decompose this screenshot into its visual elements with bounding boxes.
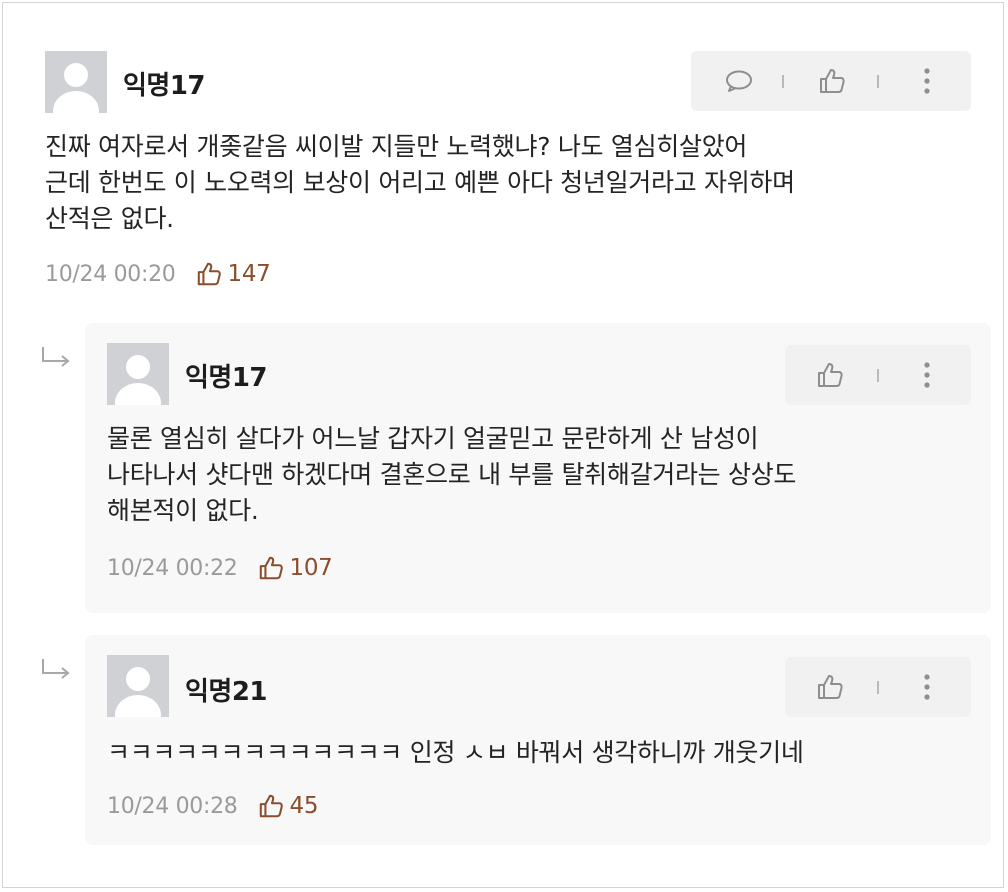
reply-actions [785, 345, 971, 405]
thumbs-up-icon [259, 794, 283, 818]
like-count: 147 [227, 261, 271, 287]
comment-body-line: 근데 한번도 이 노오력의 보상이 어리고 예쁜 아다 청년일거라고 자위하며 [45, 168, 795, 197]
comment: 익명17 진짜 여자로서 개좆같음 씨이발 지들만 노력했냐? 나도 열심히살았… [3, 3, 1005, 313]
more-vertical-icon [924, 362, 930, 388]
thumbs-up-icon [818, 675, 843, 699]
comment-actions [691, 51, 971, 111]
reply-arrow-icon [42, 347, 70, 367]
like-button[interactable] [812, 51, 852, 111]
comment-body-line: 산적은 없다. [45, 204, 174, 233]
comment-body-line: 진짜 여자로서 개좆같음 씨이발 지들만 노력했냐? 나도 열심히살았어 [45, 132, 748, 161]
reply: 익명17 물론 열심히 살다가 어느날 갑자기 얼굴믿고 문란하게 산 남성이 … [85, 323, 991, 613]
like-count: 45 [289, 793, 319, 819]
thumbs-up-icon [818, 363, 843, 387]
reply-arrow-icon [42, 659, 70, 679]
thumbs-up-icon [197, 262, 221, 286]
divider [877, 681, 879, 694]
reply-meta: 10/24 00:28 45 [107, 793, 318, 819]
avatar[interactable] [107, 343, 169, 405]
reply-body-line: 해본적이 없다. [107, 496, 259, 525]
like-indicator[interactable]: 147 [196, 261, 271, 287]
like-indicator[interactable]: 45 [258, 793, 319, 819]
more-vertical-icon [924, 68, 930, 94]
reply: 익명21 ㅋㅋㅋㅋㅋㅋㅋㅋㅋㅋㅋㅋㅋ 인정 ㅅㅂ 바꿔서 생각하니까 개웃기네 [85, 635, 991, 845]
reply-author[interactable]: 익명17 [185, 357, 268, 394]
more-vertical-icon [924, 674, 930, 700]
avatar[interactable] [45, 51, 107, 113]
like-button[interactable] [810, 345, 850, 405]
reply-button[interactable] [719, 51, 759, 111]
more-button[interactable] [907, 51, 947, 111]
thumbs-up-icon [259, 556, 283, 580]
speech-bubble-icon [726, 70, 752, 92]
more-button[interactable] [907, 345, 947, 405]
divider [877, 75, 879, 88]
like-button[interactable] [810, 657, 850, 717]
comment-thread: 익명17 진짜 여자로서 개좆같음 씨이발 지들만 노력했냐? 나도 열심히살았… [2, 2, 1004, 888]
comment-author[interactable]: 익명17 [123, 65, 206, 102]
divider [782, 75, 784, 88]
reply-body-line: 물론 열심히 살다가 어느날 갑자기 얼굴믿고 문란하게 산 남성이 [107, 424, 759, 453]
reply-body-line: ㅋㅋㅋㅋㅋㅋㅋㅋㅋㅋㅋㅋㅋ 인정 ㅅㅂ 바꿔서 생각하니까 개웃기네 [107, 738, 804, 767]
more-button[interactable] [907, 657, 947, 717]
reply-meta: 10/24 00:22 107 [107, 555, 333, 581]
reply-body: ㅋㅋㅋㅋㅋㅋㅋㅋㅋㅋㅋㅋㅋ 인정 ㅅㅂ 바꿔서 생각하니까 개웃기네 [107, 735, 804, 771]
avatar[interactable] [107, 655, 169, 717]
comment-body: 진짜 여자로서 개좆같음 씨이발 지들만 노력했냐? 나도 열심히살았어 근데 … [45, 129, 795, 237]
reply-author[interactable]: 익명21 [185, 671, 268, 708]
comment-meta: 10/24 00:20 147 [45, 261, 271, 287]
like-indicator[interactable]: 107 [258, 555, 333, 581]
reply-body-line: 나타나서 샷다맨 하겠다며 결혼으로 내 부를 탈취해갈거라는 상상도 [107, 460, 797, 489]
like-count: 107 [289, 555, 333, 581]
divider [877, 369, 879, 382]
timestamp: 10/24 00:20 [45, 261, 176, 287]
reply-actions [785, 657, 971, 717]
reply-body: 물론 열심히 살다가 어느날 갑자기 얼굴믿고 문란하게 산 남성이 나타나서 … [107, 421, 796, 529]
thumbs-up-icon [820, 69, 845, 93]
timestamp: 10/24 00:28 [107, 793, 238, 819]
timestamp: 10/24 00:22 [107, 555, 238, 581]
